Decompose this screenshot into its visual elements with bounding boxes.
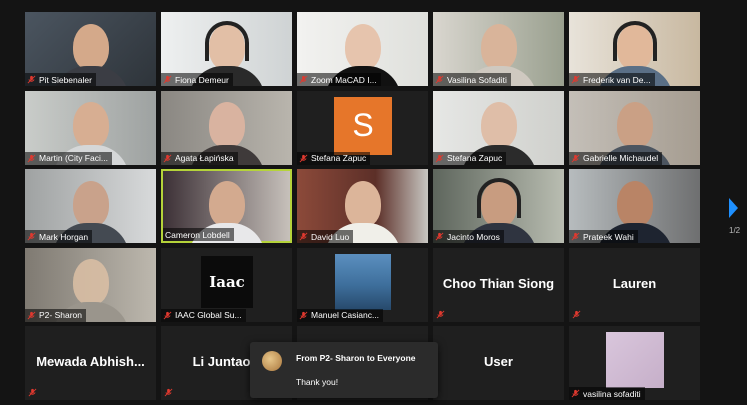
mic-muted-icon: [435, 75, 444, 84]
video-tile[interactable]: Lauren: [569, 247, 700, 322]
mic-muted-icon: [435, 154, 444, 162]
mic-muted-icon: [571, 389, 580, 398]
video-tile[interactable]: Frederik van De...: [569, 12, 700, 86]
mic-muted-icon: [27, 232, 36, 241]
headphones-icon: [476, 177, 521, 218]
page-indicator: 1/2: [729, 226, 741, 235]
video-tile[interactable]: S Stefana Zapuc: [297, 90, 428, 165]
participant-name: Mark Horgan: [39, 231, 89, 242]
profile-picture: [335, 253, 391, 310]
mic-muted-icon: [299, 232, 308, 241]
participant-name: Martin (City Faci...: [39, 153, 108, 163]
headphones-icon: [204, 20, 249, 61]
video-tile[interactable]: Iaac IAAC Global Su...: [161, 247, 292, 322]
mic-muted-icon: [435, 232, 444, 241]
mic-muted-icon: [572, 310, 581, 318]
participant-figure: [72, 259, 109, 306]
participant-name: David Luo: [311, 231, 350, 242]
participant-name: Prateek Wahi: [583, 231, 634, 242]
video-tile[interactable]: David Luo: [297, 169, 428, 243]
participant-name: Gabrielle Michaudel: [583, 153, 659, 163]
video-tile[interactable]: Manuel Casianc...: [297, 247, 428, 322]
participant-figure: [480, 23, 517, 70]
video-tile[interactable]: Stefana Zapuc: [433, 90, 564, 165]
mic-muted-icon: [27, 75, 36, 84]
participant-display-name: User: [484, 354, 513, 369]
mic-muted-icon: [299, 75, 308, 84]
participant-figure: [208, 180, 245, 227]
participant-figure: [72, 180, 109, 227]
mic-muted-icon: [299, 154, 308, 162]
participant-name: Stefana Zapuc: [311, 153, 367, 163]
mic-muted-icon: [436, 310, 445, 318]
video-tile[interactable]: Mewada Abhish...: [25, 326, 156, 400]
video-tile[interactable]: Vasilina Sofaditi: [433, 12, 564, 86]
participant-figure: [344, 180, 381, 227]
participant-display-name: Lauren: [612, 275, 657, 291]
avatar: S: [334, 96, 392, 155]
participant-figure: [344, 23, 381, 70]
mic-muted-icon: [163, 75, 172, 84]
video-tile[interactable]: Agata Łapińska: [161, 90, 292, 165]
participant-name: Cameron Lobdell: [165, 229, 230, 240]
mic-muted-icon: [163, 311, 172, 319]
profile-picture: [606, 332, 664, 388]
video-tile[interactable]: Gabrielle Michaudel: [569, 90, 700, 165]
video-tile[interactable]: Pit Siebenaler: [25, 12, 156, 86]
video-tile[interactable]: vasilina sofaditi: [569, 326, 700, 400]
participant-figure: [72, 102, 109, 149]
video-tile[interactable]: Mark Horgan: [25, 169, 156, 243]
participant-name: Vasilina Sofaditi: [447, 74, 507, 85]
chat-notification-message: Thank you!: [296, 377, 339, 387]
participant-name: Jacinto Moros: [447, 231, 500, 242]
video-tile[interactable]: Martin (City Faci...: [25, 90, 156, 165]
sender-avatar: [262, 351, 282, 371]
video-tile-active-speaker[interactable]: Cameron Lobdell: [161, 169, 292, 243]
participant-name: IAAC Global Su...: [175, 310, 242, 320]
mic-muted-icon: [571, 232, 580, 241]
video-tile[interactable]: P2- Sharon: [25, 247, 156, 322]
participant-name: Frederik van De...: [583, 74, 651, 85]
mic-muted-icon: [299, 311, 308, 319]
video-tile[interactable]: Jacinto Moros: [433, 169, 564, 243]
participant-name: P2- Sharon: [39, 310, 82, 320]
chat-notification-title: From P2- Sharon to Everyone: [296, 353, 416, 363]
headphones-icon: [612, 20, 657, 61]
participant-name: Fiona Demeur: [175, 74, 229, 85]
participant-name: Manuel Casianc...: [311, 310, 380, 320]
participant-display-name: Mewada Abhish...: [36, 354, 145, 369]
mic-muted-icon: [163, 154, 172, 162]
mic-muted-icon: [164, 388, 173, 397]
video-tile[interactable]: User: [433, 326, 564, 400]
video-tile[interactable]: Fiona Demeur: [161, 12, 292, 86]
participant-name: Stefana Zapuc: [447, 153, 503, 163]
mic-muted-icon: [571, 75, 580, 84]
video-tile[interactable]: Prateek Wahi: [569, 169, 700, 243]
next-page-arrow-icon[interactable]: [729, 198, 738, 218]
mic-muted-icon: [27, 154, 36, 162]
participant-name: Zoom MaCAD I...: [311, 74, 377, 85]
participant-figure: [208, 102, 245, 149]
participant-figure: [72, 23, 109, 70]
participant-name: vasilina sofaditi: [583, 388, 641, 399]
participant-figure: [480, 102, 517, 149]
mic-muted-icon: [571, 154, 580, 162]
participant-display-name: Choo Thian Siong: [442, 275, 555, 291]
chat-notification[interactable]: From P2- Sharon to Everyone Thank you!: [250, 342, 438, 398]
iaac-logo: Iaac: [201, 255, 253, 308]
participant-name: Pit Siebenaler: [39, 74, 92, 85]
video-tile[interactable]: Zoom MaCAD I...: [297, 12, 428, 86]
participant-figure: [616, 102, 653, 149]
video-tile[interactable]: Choo Thian Siong: [433, 247, 564, 322]
participant-name: Agata Łapińska: [175, 153, 234, 163]
participant-figure: [616, 180, 653, 227]
mic-muted-icon: [28, 388, 37, 397]
mic-muted-icon: [27, 311, 36, 319]
